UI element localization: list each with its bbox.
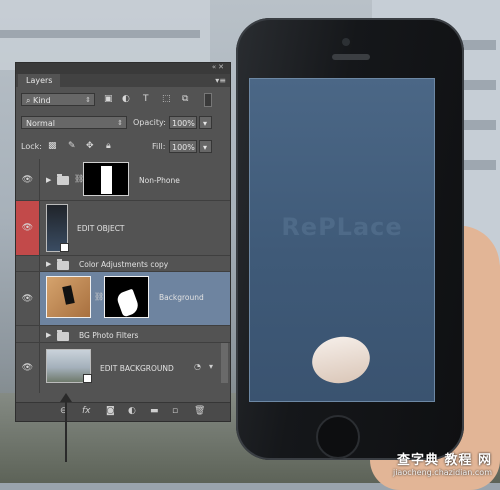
adjustment-filter-icon[interactable]: ◐ — [122, 94, 130, 105]
speaker — [332, 54, 370, 60]
layer-name: Non-Phone — [139, 176, 180, 185]
opacity-dropdown[interactable]: ▾ — [199, 116, 212, 129]
fill-dropdown[interactable]: ▾ — [199, 140, 212, 153]
layer-mask-thumbnail[interactable] — [104, 276, 149, 318]
folder-icon — [57, 259, 69, 270]
layer-name: EDIT BACKGROUND — [100, 364, 174, 373]
layer-name: BG Photo Filters — [79, 331, 139, 340]
lock-label: Lock: — [21, 142, 42, 151]
visibility-eye-icon[interactable] — [16, 326, 40, 342]
opacity-field[interactable]: 100% — [169, 116, 197, 129]
smart-object-badge-icon — [60, 243, 69, 252]
layer-row[interactable]: 👁︎ EDIT OBJECT — [16, 201, 230, 256]
chevron-down-icon: ⇕ — [85, 96, 91, 104]
smart-filter-icon[interactable]: ◔ — [194, 362, 201, 371]
layer-name: Background — [159, 293, 204, 302]
layer-mask-thumbnail[interactable] — [83, 162, 129, 196]
pointer-arrow-line — [65, 400, 67, 462]
fill-field[interactable]: 100% — [169, 140, 197, 153]
panel-menu-icon[interactable]: ▾≡ — [215, 76, 226, 85]
scrollbar[interactable] — [221, 343, 228, 383]
layers-panel: «✕ Layers ▾≡ ⌕ Kind ⇕ ▣ ◐ T ⬚ ⧉ Normal ⇕… — [15, 62, 231, 422]
expand-arrow-icon[interactable]: ▶ — [46, 260, 51, 268]
filter-kind-label: Kind — [33, 96, 51, 105]
panel-titlebar[interactable]: «✕ — [16, 63, 230, 74]
layer-thumbnail[interactable] — [46, 276, 91, 318]
home-button — [316, 415, 360, 459]
folder-icon — [57, 174, 69, 185]
camera — [342, 38, 350, 46]
tab-layers[interactable]: Layers — [18, 74, 61, 87]
smart-object-badge-icon — [83, 374, 92, 383]
watermark-url: jiaocheng.chazidian.com — [392, 468, 492, 477]
trash-icon[interactable]: 🗑︎ — [194, 406, 205, 416]
smart-object-thumbnail[interactable] — [46, 204, 69, 252]
filter-kind-select[interactable]: ⌕ Kind ⇕ — [21, 93, 95, 106]
expand-arrow-icon[interactable]: ▶ — [46, 331, 51, 339]
opacity-label: Opacity: — [133, 118, 166, 127]
layer-row[interactable]: ▶ BG Photo Filters — [16, 326, 230, 343]
lock-all-icon[interactable]: 🔒︎ — [106, 141, 111, 152]
watermark: 查字典 教程 网 jiaocheng.chazidian.com — [393, 449, 492, 477]
visibility-eye-icon[interactable]: 👁︎ — [16, 343, 40, 393]
chain-link-icon[interactable]: ⛓ — [94, 292, 104, 301]
mask-shape — [115, 288, 141, 318]
filter-toggle-icon[interactable] — [204, 93, 212, 107]
layers-list: 👁︎ ▶ ⛓ Non-Phone 👁︎ EDIT OBJECT ▶ Color … — [16, 159, 230, 403]
watermark-title: 查字典 教程 网 — [396, 453, 492, 468]
layer-name: EDIT OBJECT — [77, 224, 125, 233]
blend-mode-label: Normal — [26, 119, 55, 128]
phone-thumb-shape — [62, 285, 75, 305]
visibility-eye-icon[interactable]: 👁︎ — [16, 201, 40, 255]
expand-arrow-icon[interactable]: ▾ — [209, 362, 213, 371]
new-layer-icon[interactable]: ▫ — [172, 406, 178, 416]
shape-filter-icon[interactable]: ⬚ — [162, 94, 171, 105]
expand-arrow-icon[interactable]: ▶ — [46, 176, 51, 184]
fill-value: 100% — [172, 143, 195, 152]
visibility-eye-icon[interactable]: 👁︎ — [16, 272, 40, 325]
replace-text: RePLace — [281, 213, 403, 241]
lock-transparent-icon[interactable]: ▩ — [48, 141, 57, 152]
blend-mode-select[interactable]: Normal ⇕ — [21, 116, 127, 129]
search-icon: ⌕ — [26, 96, 31, 105]
visibility-eye-icon[interactable]: 👁︎ — [16, 159, 40, 200]
fx-icon[interactable]: fx — [82, 406, 91, 416]
fill-label: Fill: — [152, 142, 166, 151]
mask-shape — [101, 166, 112, 194]
layer-name: Color Adjustments copy — [79, 260, 169, 269]
layer-row[interactable]: ▶ Color Adjustments copy — [16, 256, 230, 272]
adjustment-icon[interactable]: ◐ — [128, 406, 136, 416]
smart-object-filter-icon[interactable]: ⧉ — [182, 94, 188, 105]
layers-footer: ⊖ fx ◙ ◐ ▬ ▫ 🗑︎ — [16, 402, 230, 421]
collapse-icon[interactable]: «✕ — [212, 63, 226, 71]
folder-icon[interactable]: ▬ — [150, 406, 159, 416]
opacity-value: 100% — [172, 119, 195, 128]
lock-position-icon[interactable]: ✥ — [86, 141, 94, 152]
building-window — [0, 30, 200, 38]
layer-row[interactable]: 👁︎ EDIT BACKGROUND ◔ ▾ — [16, 343, 230, 393]
layer-row[interactable]: 👁︎ ▶ ⛓ Non-Phone — [16, 159, 230, 201]
visibility-eye-icon[interactable] — [16, 256, 40, 271]
type-filter-icon[interactable]: T — [143, 94, 149, 105]
chevron-down-icon: ⇕ — [117, 119, 123, 127]
smart-object-thumbnail[interactable] — [46, 349, 92, 383]
mask-icon[interactable]: ◙ — [106, 406, 115, 416]
lock-pixels-icon[interactable]: ✎ — [68, 141, 76, 152]
folder-icon — [57, 330, 69, 341]
panel-tab-row: Layers ▾≡ — [16, 74, 230, 87]
layer-row-selected[interactable]: 👁︎ ⛓ Background — [16, 272, 230, 326]
pixel-filter-icon[interactable]: ▣ — [104, 94, 113, 105]
